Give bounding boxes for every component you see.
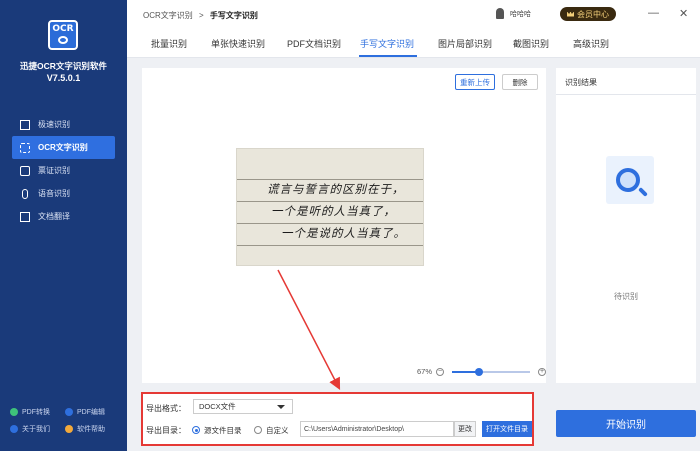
header: OCR文字识别 > 手写文字识别 哈哈哈 会员中心 — ✕ — [127, 0, 700, 28]
result-title: 识别结果 — [565, 78, 597, 87]
change-dir-button[interactable]: 更改 — [454, 421, 476, 437]
zoom-out-button[interactable]: − — [436, 367, 445, 376]
waiting-status: 待识别 — [614, 292, 638, 301]
vip-label: 会员中心 — [577, 9, 609, 19]
handwriting-image: 谎言与誓言的区别在于， 一个是听的人当真了， 一个是说的人当真了。 — [236, 148, 424, 266]
sidebar-item-label: 票证识别 — [38, 166, 70, 175]
link-label: PDF转换 — [22, 409, 50, 416]
sidebar-item-translate[interactable]: 文档翻译 — [12, 205, 115, 228]
help-link[interactable]: 软件帮助 — [65, 424, 120, 434]
link-label: 软件帮助 — [77, 426, 105, 433]
open-dir-button[interactable]: 打开文件目录 — [482, 421, 532, 437]
chevron-down-icon — [277, 405, 285, 409]
image-preview-panel: 重新上传 删除 谎言与誓言的区别在于， 一个是听的人当真了， 一个是说的人当真了… — [142, 68, 547, 383]
sidebar-item-voice[interactable]: 语音识别 — [12, 182, 115, 205]
pdf-convert-link[interactable]: PDF转换 — [10, 407, 65, 417]
tab-handwriting[interactable]: 手写文字识别 — [360, 37, 414, 50]
sidebar-item-ticket[interactable]: 票证识别 — [12, 159, 115, 182]
magnifier-lens — [616, 168, 640, 192]
breadcrumb-root[interactable]: OCR文字识别 — [143, 11, 193, 20]
minimize-button[interactable]: — — [648, 7, 659, 19]
export-format-value: DOCX文件 — [199, 402, 236, 411]
about-icon — [10, 425, 18, 433]
about-link[interactable]: 关于我们 — [10, 424, 65, 434]
link-label: 关于我们 — [22, 426, 50, 433]
pdf-edit-icon — [65, 408, 73, 416]
user-info[interactable]: 哈哈哈 — [496, 8, 531, 19]
ruled-line — [237, 245, 423, 246]
sidebar-item-label: 语音识别 — [38, 189, 70, 198]
crown-icon — [567, 11, 574, 17]
translate-doc-icon — [20, 211, 30, 222]
radio-custom-label: 自定义 — [266, 426, 289, 435]
app-logo-icon: OCR — [48, 20, 78, 50]
handwriting-line: 一个是说的人当真了。 — [281, 226, 406, 240]
sidebar: OCR 迅捷OCR文字识别软件 V7.5.0.1 极速识别 OCR文字识别 票证… — [0, 0, 127, 451]
reupload-button[interactable]: 重新上传 — [455, 74, 495, 90]
ticket-icon — [20, 165, 30, 176]
sidebar-item-ocr[interactable]: OCR文字识别 — [12, 136, 115, 159]
export-dir-label: 导出目录： — [146, 426, 186, 435]
radio-source-label: 源文件目录 — [204, 426, 242, 435]
link-label: PDF编辑 — [77, 409, 105, 416]
radio-source-dir[interactable] — [192, 426, 200, 434]
pdf-convert-icon — [10, 408, 18, 416]
delete-button[interactable]: 删除 — [502, 74, 538, 90]
eye-icon — [58, 36, 68, 44]
zoom-control: 67% − + — [417, 367, 550, 376]
sidebar-item-label: 极速识别 — [38, 120, 70, 129]
vip-center-button[interactable]: 会员中心 — [560, 7, 616, 21]
user-avatar-icon — [496, 8, 504, 19]
handwriting-line: 谎言与誓言的区别在于， — [267, 182, 405, 196]
zoom-in-button[interactable]: + — [538, 367, 547, 376]
magnifier-handle — [638, 187, 648, 197]
sidebar-item-fast-recognition[interactable]: 极速识别 — [12, 113, 115, 136]
sidebar-item-label: OCR文字识别 — [38, 143, 88, 152]
ruled-line — [237, 201, 423, 202]
ruled-line — [237, 223, 423, 224]
microphone-icon — [22, 188, 28, 199]
export-settings: 导出格式： DOCX文件 导出目录： 源文件目录 自定义 C:\Users\Ad… — [141, 392, 534, 446]
sidebar-nav: 极速识别 OCR文字识别 票证识别 语音识别 文档翻译 — [12, 113, 115, 228]
radio-custom-dir[interactable] — [254, 426, 262, 434]
tab-advanced[interactable]: 高级识别 — [573, 37, 609, 50]
ruled-line — [237, 179, 423, 180]
active-tab-indicator — [359, 55, 417, 57]
breadcrumb-current: 手写文字识别 — [209, 11, 258, 20]
help-icon — [65, 425, 73, 433]
lightning-edit-icon — [20, 119, 30, 130]
logo-text: OCR — [52, 24, 74, 34]
export-format-label: 导出格式： — [146, 404, 186, 413]
zoom-percent: 67% — [417, 367, 433, 376]
app-version: V7.5.0.1 — [46, 73, 81, 83]
pdf-edit-link[interactable]: PDF编辑 — [65, 407, 120, 417]
breadcrumb: OCR文字识别 > 手写文字识别 — [143, 10, 258, 21]
ocr-scan-icon — [20, 142, 30, 153]
magnifier-document-icon — [606, 156, 654, 204]
bottom-links: PDF转换 PDF编辑 关于我们 软件帮助 — [10, 407, 120, 434]
result-panel: 识别结果 待识别 — [556, 68, 696, 383]
app-name: 迅捷OCR文字识别软件 — [20, 61, 107, 71]
zoom-slider[interactable] — [452, 367, 531, 376]
close-button[interactable]: ✕ — [679, 7, 688, 20]
handwriting-line: 一个是听的人当真了， — [271, 204, 396, 218]
tab-single-fast[interactable]: 单张快速识别 — [211, 37, 265, 50]
export-path-input[interactable]: C:\Users\Administrator\Desktop\ — [300, 421, 454, 437]
start-recognition-button[interactable]: 开始识别 — [556, 410, 696, 437]
tab-screenshot[interactable]: 截图识别 — [513, 37, 549, 50]
tab-batch[interactable]: 批量识别 — [151, 37, 187, 50]
username: 哈哈哈 — [510, 10, 531, 18]
mode-tabs: 批量识别 单张快速识别 PDF文档识别 手写文字识别 图片局部识别 截图识别 高… — [127, 28, 700, 58]
tab-pdf[interactable]: PDF文档识别 — [287, 37, 341, 50]
tab-image-partial[interactable]: 图片局部识别 — [438, 37, 492, 50]
zoom-slider-thumb[interactable] — [475, 367, 484, 376]
divider — [556, 94, 696, 95]
sidebar-item-label: 文档翻译 — [38, 212, 70, 221]
breadcrumb-separator: > — [199, 11, 204, 20]
export-format-select[interactable]: DOCX文件 — [193, 399, 293, 414]
